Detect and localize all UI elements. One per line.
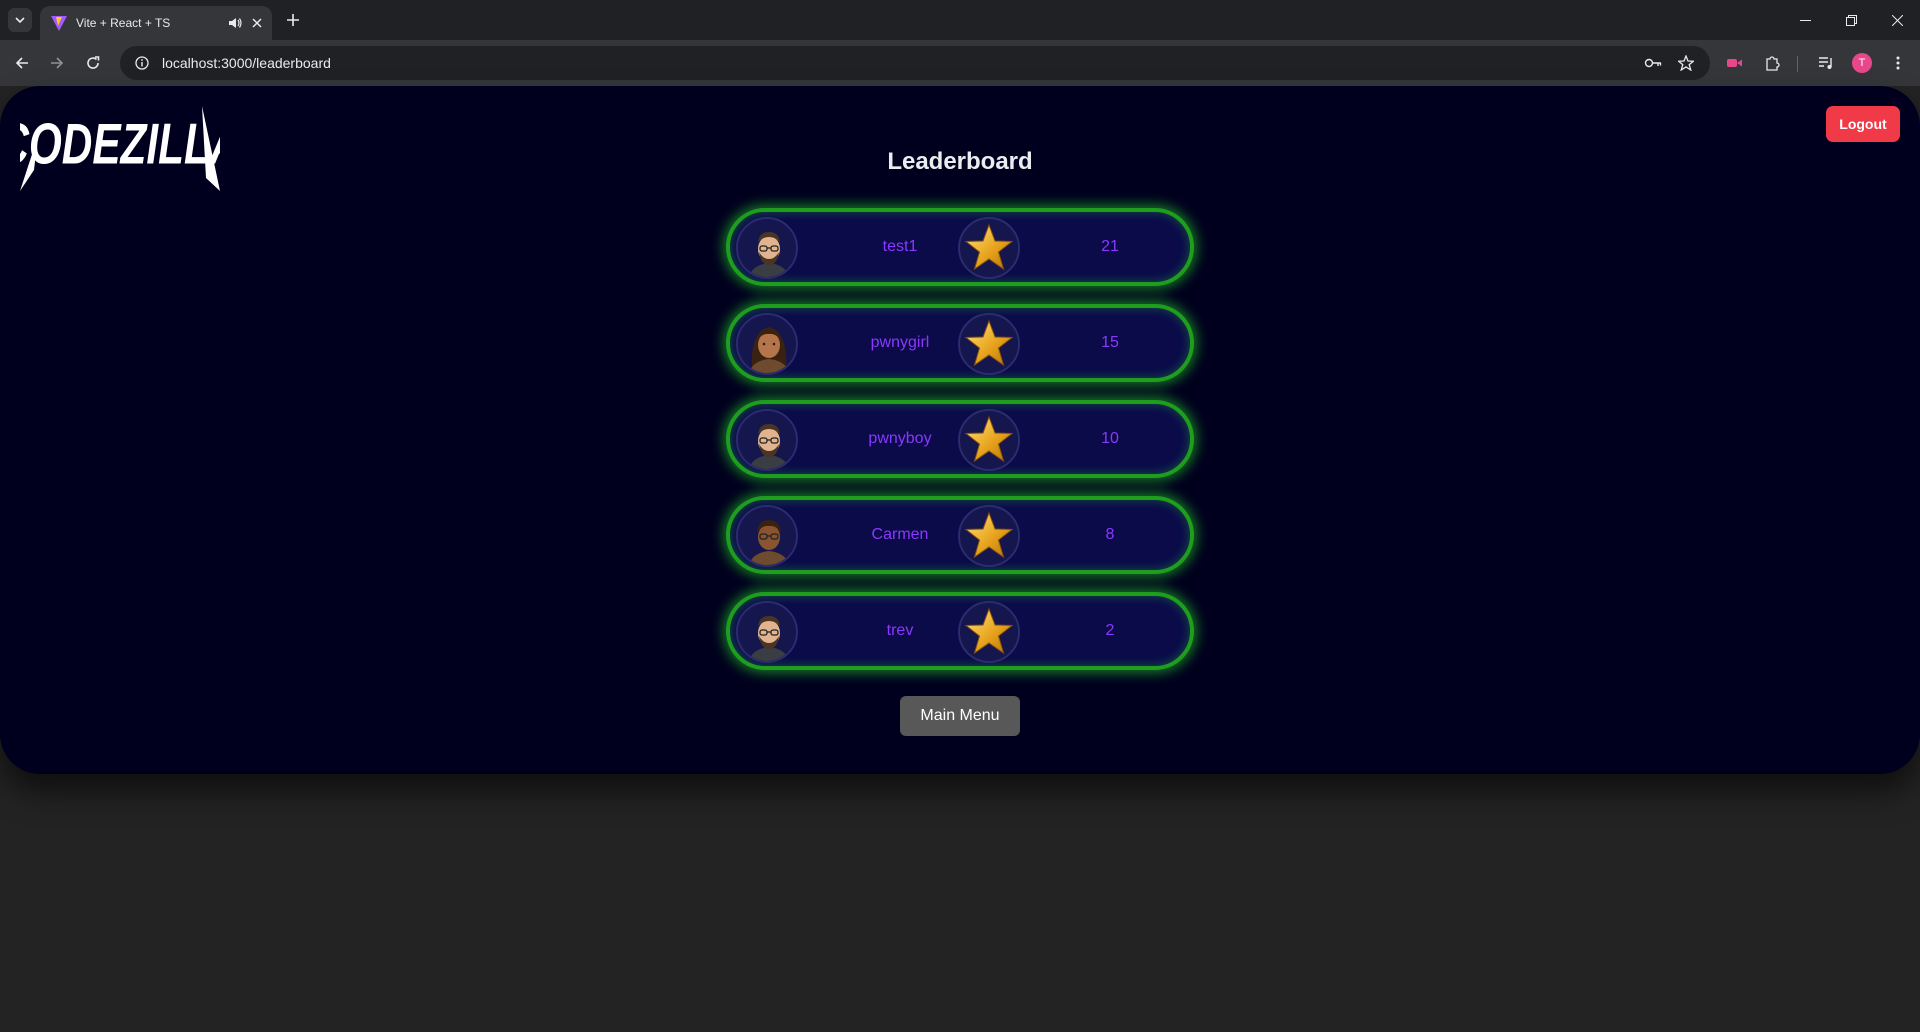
video-extension-icon xyxy=(1727,59,1742,67)
logout-button[interactable]: Logout xyxy=(1826,106,1900,142)
star-badge xyxy=(958,313,1020,375)
extensions-button[interactable] xyxy=(1758,49,1786,77)
player-name: trev xyxy=(886,622,914,639)
arrow-left-icon xyxy=(15,57,28,69)
star-badge xyxy=(958,409,1020,471)
star-icon xyxy=(964,319,1014,367)
leaderboard-list: test1 21 pwnygirl 15 pwnyboy 10 Carmen 8… xyxy=(726,208,1194,688)
page-viewport: CODEZILLA Logout Leaderboard test1 21 xyxy=(0,86,1920,1032)
player-score: 8 xyxy=(1105,526,1115,543)
player-score: 10 xyxy=(1101,430,1119,447)
player-avatar xyxy=(736,217,798,279)
player-name: Carmen xyxy=(871,526,929,543)
site-info-icon[interactable] xyxy=(130,56,154,70)
tab-title: Vite + React + TS xyxy=(76,16,171,30)
browser-toolbar: localhost:3000/leaderboard xyxy=(0,40,1920,86)
extension-video-button[interactable] xyxy=(1720,49,1748,77)
restore-icon xyxy=(1845,14,1857,26)
vite-favicon-icon xyxy=(51,16,67,31)
leaderboard-row: pwnyboy 10 xyxy=(726,400,1194,478)
puzzle-icon xyxy=(1766,56,1780,71)
star-badge xyxy=(958,217,1020,279)
app-container: CODEZILLA Logout Leaderboard test1 21 xyxy=(0,86,1920,774)
key-icon xyxy=(1644,58,1662,68)
woman-glasses-icon xyxy=(738,507,796,565)
player-avatar xyxy=(736,505,798,567)
kebab-menu-icon xyxy=(1896,56,1900,70)
plus-icon xyxy=(287,14,299,26)
woman-long-hair-icon xyxy=(738,315,796,373)
player-name: pwnygirl xyxy=(870,334,930,351)
star-icon xyxy=(964,607,1014,655)
password-key-button[interactable] xyxy=(1639,49,1667,77)
player-name: test1 xyxy=(882,238,918,255)
new-tab-button[interactable] xyxy=(282,9,304,31)
player-score: 15 xyxy=(1101,334,1119,351)
chevron-down-icon xyxy=(15,17,25,24)
chrome-menu-button[interactable] xyxy=(1884,49,1912,77)
speaker-icon[interactable] xyxy=(228,16,242,30)
back-button[interactable] xyxy=(9,50,35,76)
reload-button[interactable] xyxy=(80,50,106,76)
reload-icon xyxy=(87,56,100,69)
player-name: pwnyboy xyxy=(868,430,932,447)
player-avatar xyxy=(736,409,798,471)
tab-list-button[interactable] xyxy=(8,8,32,32)
star-outline-icon xyxy=(1678,55,1694,71)
star-icon xyxy=(964,415,1014,463)
close-tab-icon[interactable] xyxy=(252,18,262,28)
star-badge xyxy=(958,505,1020,567)
star-icon xyxy=(964,511,1014,559)
browser-tab[interactable]: Vite + React + TS xyxy=(40,6,272,40)
player-avatar xyxy=(736,313,798,375)
man-beard-glasses-icon xyxy=(738,603,796,661)
leaderboard-row: test1 21 xyxy=(726,208,1194,286)
player-score: 2 xyxy=(1105,622,1115,639)
leaderboard-row: Carmen 8 xyxy=(726,496,1194,574)
page-title: Leaderboard xyxy=(887,148,1033,175)
star-icon xyxy=(964,223,1014,271)
url-text: localhost:3000/leaderboard xyxy=(162,55,331,71)
player-avatar xyxy=(736,601,798,663)
star-badge xyxy=(958,601,1020,663)
main-menu-button[interactable]: Main Menu xyxy=(900,696,1020,736)
close-icon xyxy=(1891,14,1903,26)
leaderboard-row: pwnygirl 15 xyxy=(726,304,1194,382)
address-bar[interactable]: localhost:3000/leaderboard xyxy=(120,46,1710,80)
toolbar-separator xyxy=(1797,56,1798,72)
browser-tab-bar: Vite + React + TS xyxy=(0,0,1920,40)
man-beard-glasses-icon xyxy=(738,411,796,469)
man-beard-glasses-icon xyxy=(738,219,796,277)
media-controls-button[interactable] xyxy=(1812,49,1840,77)
queue-music-icon xyxy=(1819,57,1832,69)
restore-button[interactable] xyxy=(1828,0,1874,40)
leaderboard-row: trev 2 xyxy=(726,592,1194,670)
minimize-icon xyxy=(1799,19,1811,21)
player-score: 21 xyxy=(1101,238,1119,255)
arrow-right-icon xyxy=(51,57,64,69)
profile-avatar[interactable]: T xyxy=(1852,53,1872,73)
bookmark-button[interactable] xyxy=(1672,49,1700,77)
minimize-button[interactable] xyxy=(1782,0,1828,40)
close-window-button[interactable] xyxy=(1874,0,1920,40)
forward-button[interactable] xyxy=(44,50,70,76)
